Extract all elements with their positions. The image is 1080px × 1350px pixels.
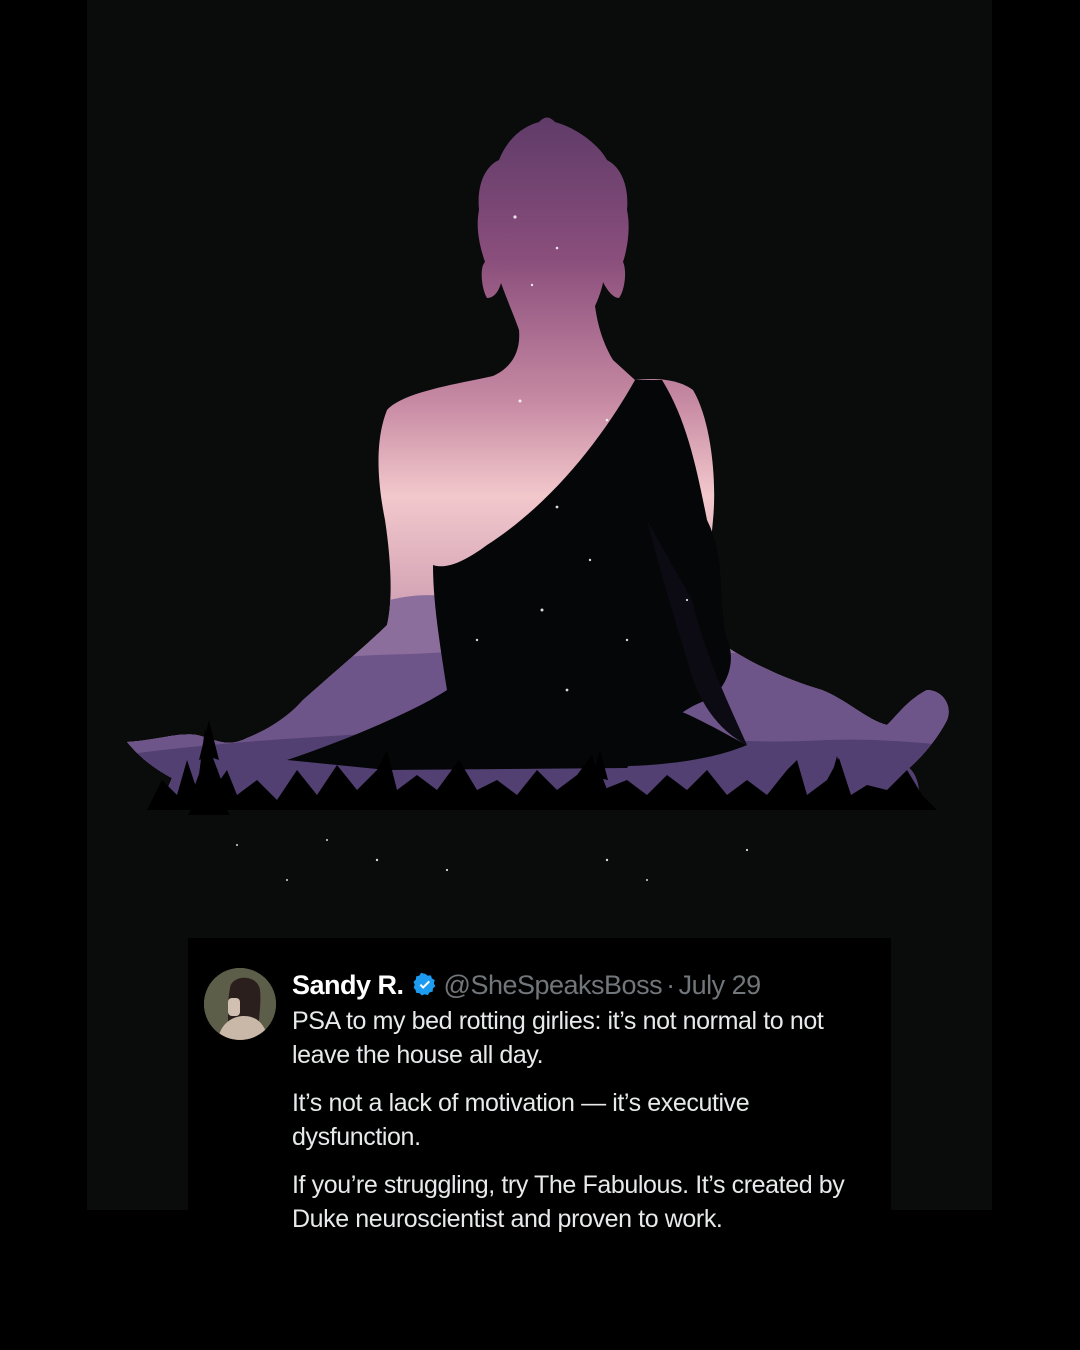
tweet-date[interactable]: July 29 xyxy=(679,970,762,1001)
avatar-photo xyxy=(204,968,276,1040)
author-handle[interactable]: @SheSpeaksBoss xyxy=(444,970,663,1001)
verified-badge-icon xyxy=(413,972,435,996)
buddha-illustration xyxy=(87,117,992,920)
tweet-card[interactable]: Sandy R. @SheSpeaksBoss · July 29 PSA to… xyxy=(188,938,891,1238)
meta-separator: · xyxy=(666,969,675,1000)
tweet-paragraph-3: If you’re struggling, try The Fabulous. … xyxy=(292,1171,845,1233)
tweet-header: Sandy R. @SheSpeaksBoss · July 29 xyxy=(292,966,882,1004)
tweet-paragraph-1: PSA to my bed rotting girlies: it’s not … xyxy=(292,1007,824,1069)
author-avatar[interactable] xyxy=(204,968,276,1040)
tweet-content: Sandy R. @SheSpeaksBoss · July 29 PSA to… xyxy=(292,966,882,1236)
tweet-paragraph-2: It’s not a lack of motivation — it’s exe… xyxy=(292,1089,750,1151)
author-name[interactable]: Sandy R. xyxy=(292,970,404,1001)
